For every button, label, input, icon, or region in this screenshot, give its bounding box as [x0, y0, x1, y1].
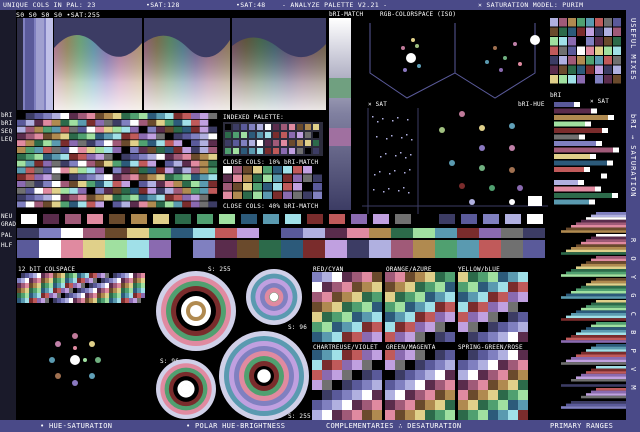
close-cols-10-label: CLOSE COLS: 10% bRI-MATCH [223, 159, 319, 166]
hue-order-label: R O Y G C B P V M [629, 238, 637, 395]
row-tag-pal: PAL [1, 232, 13, 239]
primary-ranges [561, 212, 626, 409]
app-title: - ANALYZE PALETTE V2.21 - [282, 1, 388, 9]
left-tag-0: bRI [1, 112, 13, 119]
footer-polar: • POLAR HUE-BRIGHTNESS [186, 422, 286, 430]
rgb-colorspace-view [355, 18, 545, 106]
left-tag-1: bRI [1, 120, 13, 127]
bri-right-label: bRI [550, 92, 562, 99]
indexed-palette-label: INDEXED PALETTE: [223, 114, 284, 121]
sat-column-strips [17, 18, 53, 110]
sat-bri-hue-scatter [362, 108, 548, 214]
colspace12-strip [17, 273, 145, 303]
x-sat-left-label: × SAT [368, 101, 388, 108]
polar-wheel-small [246, 269, 302, 325]
colspace12-label: 12 bIT COLSPACE [18, 266, 76, 273]
row-tag-grad: GRAD [1, 221, 17, 228]
rgb-colorspace-label: RGB-COLORSPACE (ISO) [380, 11, 457, 18]
header-bar: UNIQUE COLS IN PAL: 23 S0 S0 S0 S0 •SAT:… [0, 0, 640, 19]
left-tag-3: LEQ [1, 136, 13, 143]
row-tag-neu: NEU [1, 213, 13, 220]
close-cols-10-grid [223, 166, 322, 199]
saturation-model-selector[interactable]: × SATURATION MODEL: PURIM [478, 1, 583, 9]
row-tag-column: NEU GRAD PAL HLF [0, 212, 16, 254]
complementary-panels [312, 272, 528, 420]
footer-hue-sat: • HUE-SATURATION [40, 422, 113, 430]
unique-cols-label: UNIQUE COLS IN PAL: 23 [3, 1, 96, 9]
polar-wheel-bright [219, 331, 309, 421]
close-cols-40-label: CLOSE COLS: 40% bRI-MATCH [223, 203, 319, 210]
sat48-label: •SAT:48 [236, 1, 266, 9]
saturation-hue-bands [54, 18, 326, 110]
indexed-palette-grid [223, 122, 323, 156]
left-tag-2: SEQ [1, 128, 13, 135]
bri-match-strip [329, 18, 351, 210]
polar-wheel-low [156, 359, 216, 419]
hue-saturation-dots [49, 333, 101, 386]
s255-b-label: S: 255 [288, 413, 311, 420]
footer-complementaries: COMPLEMENTARIES ∴ DESATURATION [326, 422, 462, 430]
bri-match-top-label: bRI-MATCH [329, 11, 364, 18]
bri-hue-label: bRI-HUE [518, 101, 545, 108]
bri-saturation-label: bRI → SATURATION [629, 114, 637, 198]
useful-mixes-label: USEFUL MIXES [629, 18, 637, 81]
palette-sort-bars [17, 113, 218, 208]
bri-sat-bars [554, 102, 619, 205]
sat128-label: •SAT:128 [146, 1, 180, 9]
footer-bar: • HUE-SATURATION • POLAR HUE-BRIGHTNESS … [0, 420, 640, 432]
footer-primary: PRIMARY RANGES [550, 422, 614, 430]
palette-rows [17, 214, 545, 258]
useful-mixes-grid [550, 18, 621, 84]
left-tag-column: bRI bRI SEQ LEQ [0, 112, 16, 152]
row-tag-hlf: HLF [1, 242, 13, 249]
right-side-strip: USEFUL MIXES bRI → SATURATION R O Y G C … [626, 10, 640, 420]
